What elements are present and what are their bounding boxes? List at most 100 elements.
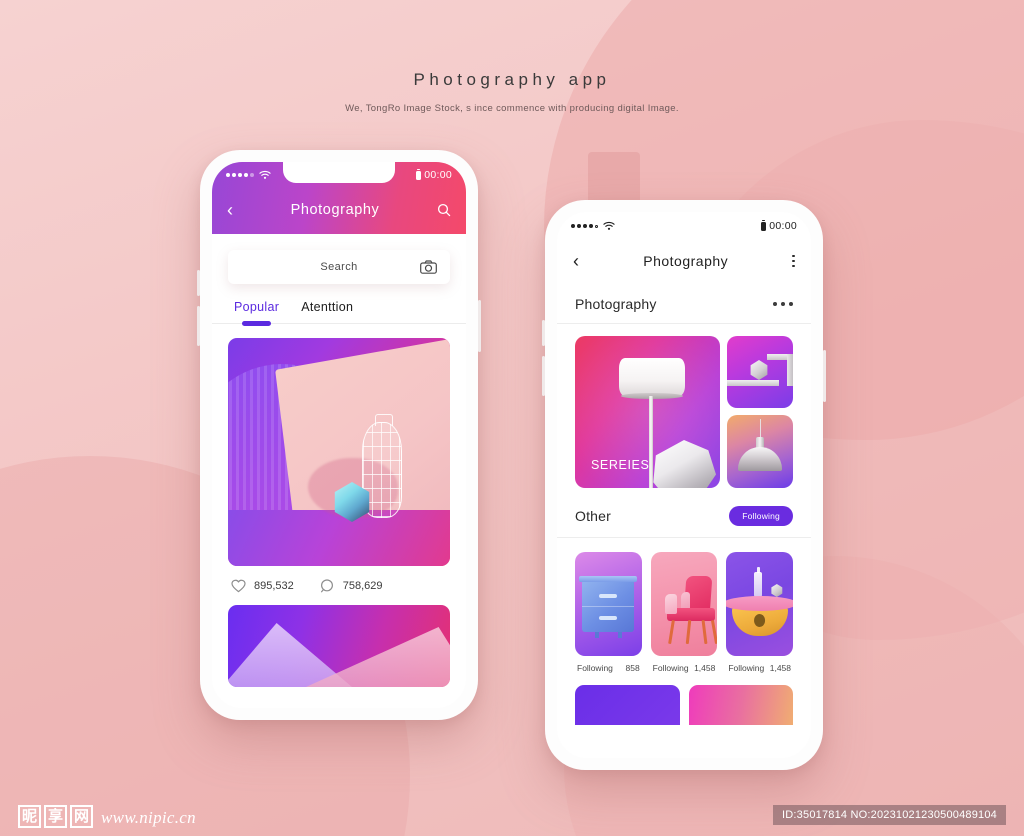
- product-image-coffee-table: [726, 552, 794, 656]
- phone1-status-bar: 00:00: [212, 162, 466, 188]
- back-icon[interactable]: ‹: [573, 252, 579, 270]
- watermark-cn-char-1: 昵: [18, 805, 42, 828]
- other-section-header: Other Following: [557, 488, 811, 538]
- armchair-leg-2: [685, 619, 691, 645]
- watermark-cn-logo: 昵 享 网: [18, 805, 94, 828]
- like-count: 895,532: [254, 580, 294, 592]
- phone2-clock: 00:00: [769, 220, 797, 232]
- photography-section-title: Photography: [575, 296, 657, 312]
- page-subtitle: We, TongRo Image Stock, s ince commence …: [345, 103, 679, 114]
- phone2-status-bar: 00:00: [557, 212, 811, 240]
- wifi-icon: [259, 170, 271, 180]
- phone1-search-area: Search: [212, 234, 466, 284]
- like-stat[interactable]: 895,532: [231, 579, 294, 593]
- feed-photo-card-2[interactable]: [228, 605, 450, 687]
- photo-floor-shape: [228, 510, 450, 566]
- nightstand-leg-right: [617, 632, 622, 638]
- search-placeholder: Search: [320, 261, 358, 273]
- phone2-navbar-title: Photography: [643, 253, 729, 269]
- phone2-volume-up-button[interactable]: [542, 320, 545, 346]
- photo2-mountain-right: [306, 627, 450, 687]
- battery-icon: [416, 168, 422, 180]
- armchair-leg-1: [667, 619, 675, 645]
- gallery-side-card-1[interactable]: [727, 336, 793, 408]
- signal-strength-icon: [571, 224, 598, 228]
- page-title: Photography app: [413, 70, 611, 89]
- product-follow-label[interactable]: Following: [728, 663, 764, 673]
- nightstand-leg-left: [595, 632, 599, 638]
- phone1-navbar: ‹ Photography: [212, 188, 466, 232]
- product-meta-nightstand: Following 858: [575, 656, 642, 673]
- armchair-arm-outer: [664, 594, 677, 614]
- product-card-armchair[interactable]: Following 1,458: [650, 552, 718, 673]
- tab-atenttion[interactable]: Atenttion: [301, 300, 353, 323]
- bottom-card-2[interactable]: [688, 685, 793, 725]
- table-base-hole: [753, 614, 765, 627]
- following-button[interactable]: Following: [729, 506, 793, 526]
- product-card-nightstand[interactable]: Following 858: [575, 552, 642, 673]
- watermark-logo: 昵 享 网 www.nipic.cn: [18, 805, 196, 828]
- product-grid: Following 858 Following 1,458 Following …: [557, 538, 811, 673]
- back-icon[interactable]: ‹: [227, 201, 233, 219]
- watermark-footer: 昵 享 网 www.nipic.cn ID:35017814 NO:202310…: [0, 790, 1024, 836]
- search-icon[interactable]: [437, 203, 451, 217]
- tab-popular[interactable]: Popular: [234, 300, 279, 326]
- ellipsis-icon[interactable]: [773, 302, 793, 306]
- gallery-main-card[interactable]: SEREIES: [575, 336, 720, 488]
- phone1-volume-down-button[interactable]: [197, 306, 200, 346]
- phone1-tabs: Popular Atenttion: [212, 284, 466, 326]
- feed-photo-card[interactable]: [228, 338, 450, 566]
- product-follow-label[interactable]: Following: [577, 663, 613, 673]
- screenshot-root: Photography app We, TongRo Image Stock, …: [0, 0, 1024, 836]
- nightstand-top: [579, 576, 638, 582]
- product-card-coffee-table[interactable]: Following 1,458: [726, 552, 794, 673]
- signal-strength-icon: [226, 173, 254, 177]
- pendant-lamp-cord: [760, 419, 761, 439]
- product-follow-count: 858: [625, 663, 640, 673]
- phone-mockup-left: 00:00 ‹ Photography Search Popular Atent…: [197, 150, 481, 720]
- armchair-leg-3: [701, 619, 708, 645]
- product-image-nightstand: [575, 552, 642, 656]
- product-follow-count: 1,458: [769, 663, 792, 673]
- feed-post-stats: 895,532 758,629: [228, 566, 450, 605]
- floor-lamp-shade: [619, 358, 685, 399]
- heart-icon: [231, 579, 246, 593]
- phone2-navbar: ‹ Photography: [557, 240, 811, 282]
- phone2-volume-down-button[interactable]: [542, 356, 545, 396]
- phone-mockup-right: 00:00 ‹ Photography Photography SEREIES: [542, 200, 826, 770]
- phone1-power-button[interactable]: [478, 300, 481, 352]
- bottom-partial-row: [557, 673, 811, 725]
- product-follow-label[interactable]: Following: [653, 663, 689, 673]
- bottom-card-1[interactable]: [575, 685, 680, 725]
- gallery-main-label: SEREIES: [591, 458, 650, 472]
- product-image-armchair: [650, 552, 718, 656]
- comment-stat[interactable]: 758,629: [320, 579, 383, 593]
- phone2-screen: 00:00 ‹ Photography Photography SEREIES: [557, 212, 811, 758]
- gallery-side-column: [727, 336, 793, 488]
- table-gem-object: [771, 584, 783, 597]
- phone2-notch: [628, 212, 740, 233]
- watermark-id: ID:35017814 NO:20231021230500489104: [773, 805, 1006, 825]
- search-input[interactable]: Search: [228, 250, 450, 284]
- camera-icon[interactable]: [420, 260, 437, 274]
- product-meta-coffee-table: Following 1,458: [726, 656, 793, 673]
- phone1-header: 00:00 ‹ Photography: [212, 162, 466, 234]
- kebab-menu-icon[interactable]: [792, 254, 795, 268]
- wifi-icon: [603, 221, 615, 231]
- shelf-gem-object: [750, 360, 768, 380]
- phone1-screen: 00:00 ‹ Photography Search Popular Atent…: [212, 162, 466, 708]
- gallery-side-card-2[interactable]: [727, 415, 793, 488]
- comment-count: 758,629: [342, 580, 383, 592]
- phone1-navbar-title: Photography: [290, 202, 380, 218]
- watermark-url: www.nipic.cn: [101, 808, 196, 827]
- phone2-power-button[interactable]: [823, 350, 826, 402]
- armchair-leg-4: [710, 619, 718, 645]
- comment-icon: [320, 579, 335, 593]
- phone1-notch: [283, 162, 395, 183]
- watermark-cn-char-2: 享: [44, 805, 68, 828]
- photography-gallery: SEREIES: [557, 324, 811, 488]
- phone1-volume-up-button[interactable]: [197, 270, 200, 296]
- floor-lamp-pole: [649, 396, 653, 488]
- nightstand-divider: [582, 606, 635, 607]
- shelf-lower: [727, 380, 779, 386]
